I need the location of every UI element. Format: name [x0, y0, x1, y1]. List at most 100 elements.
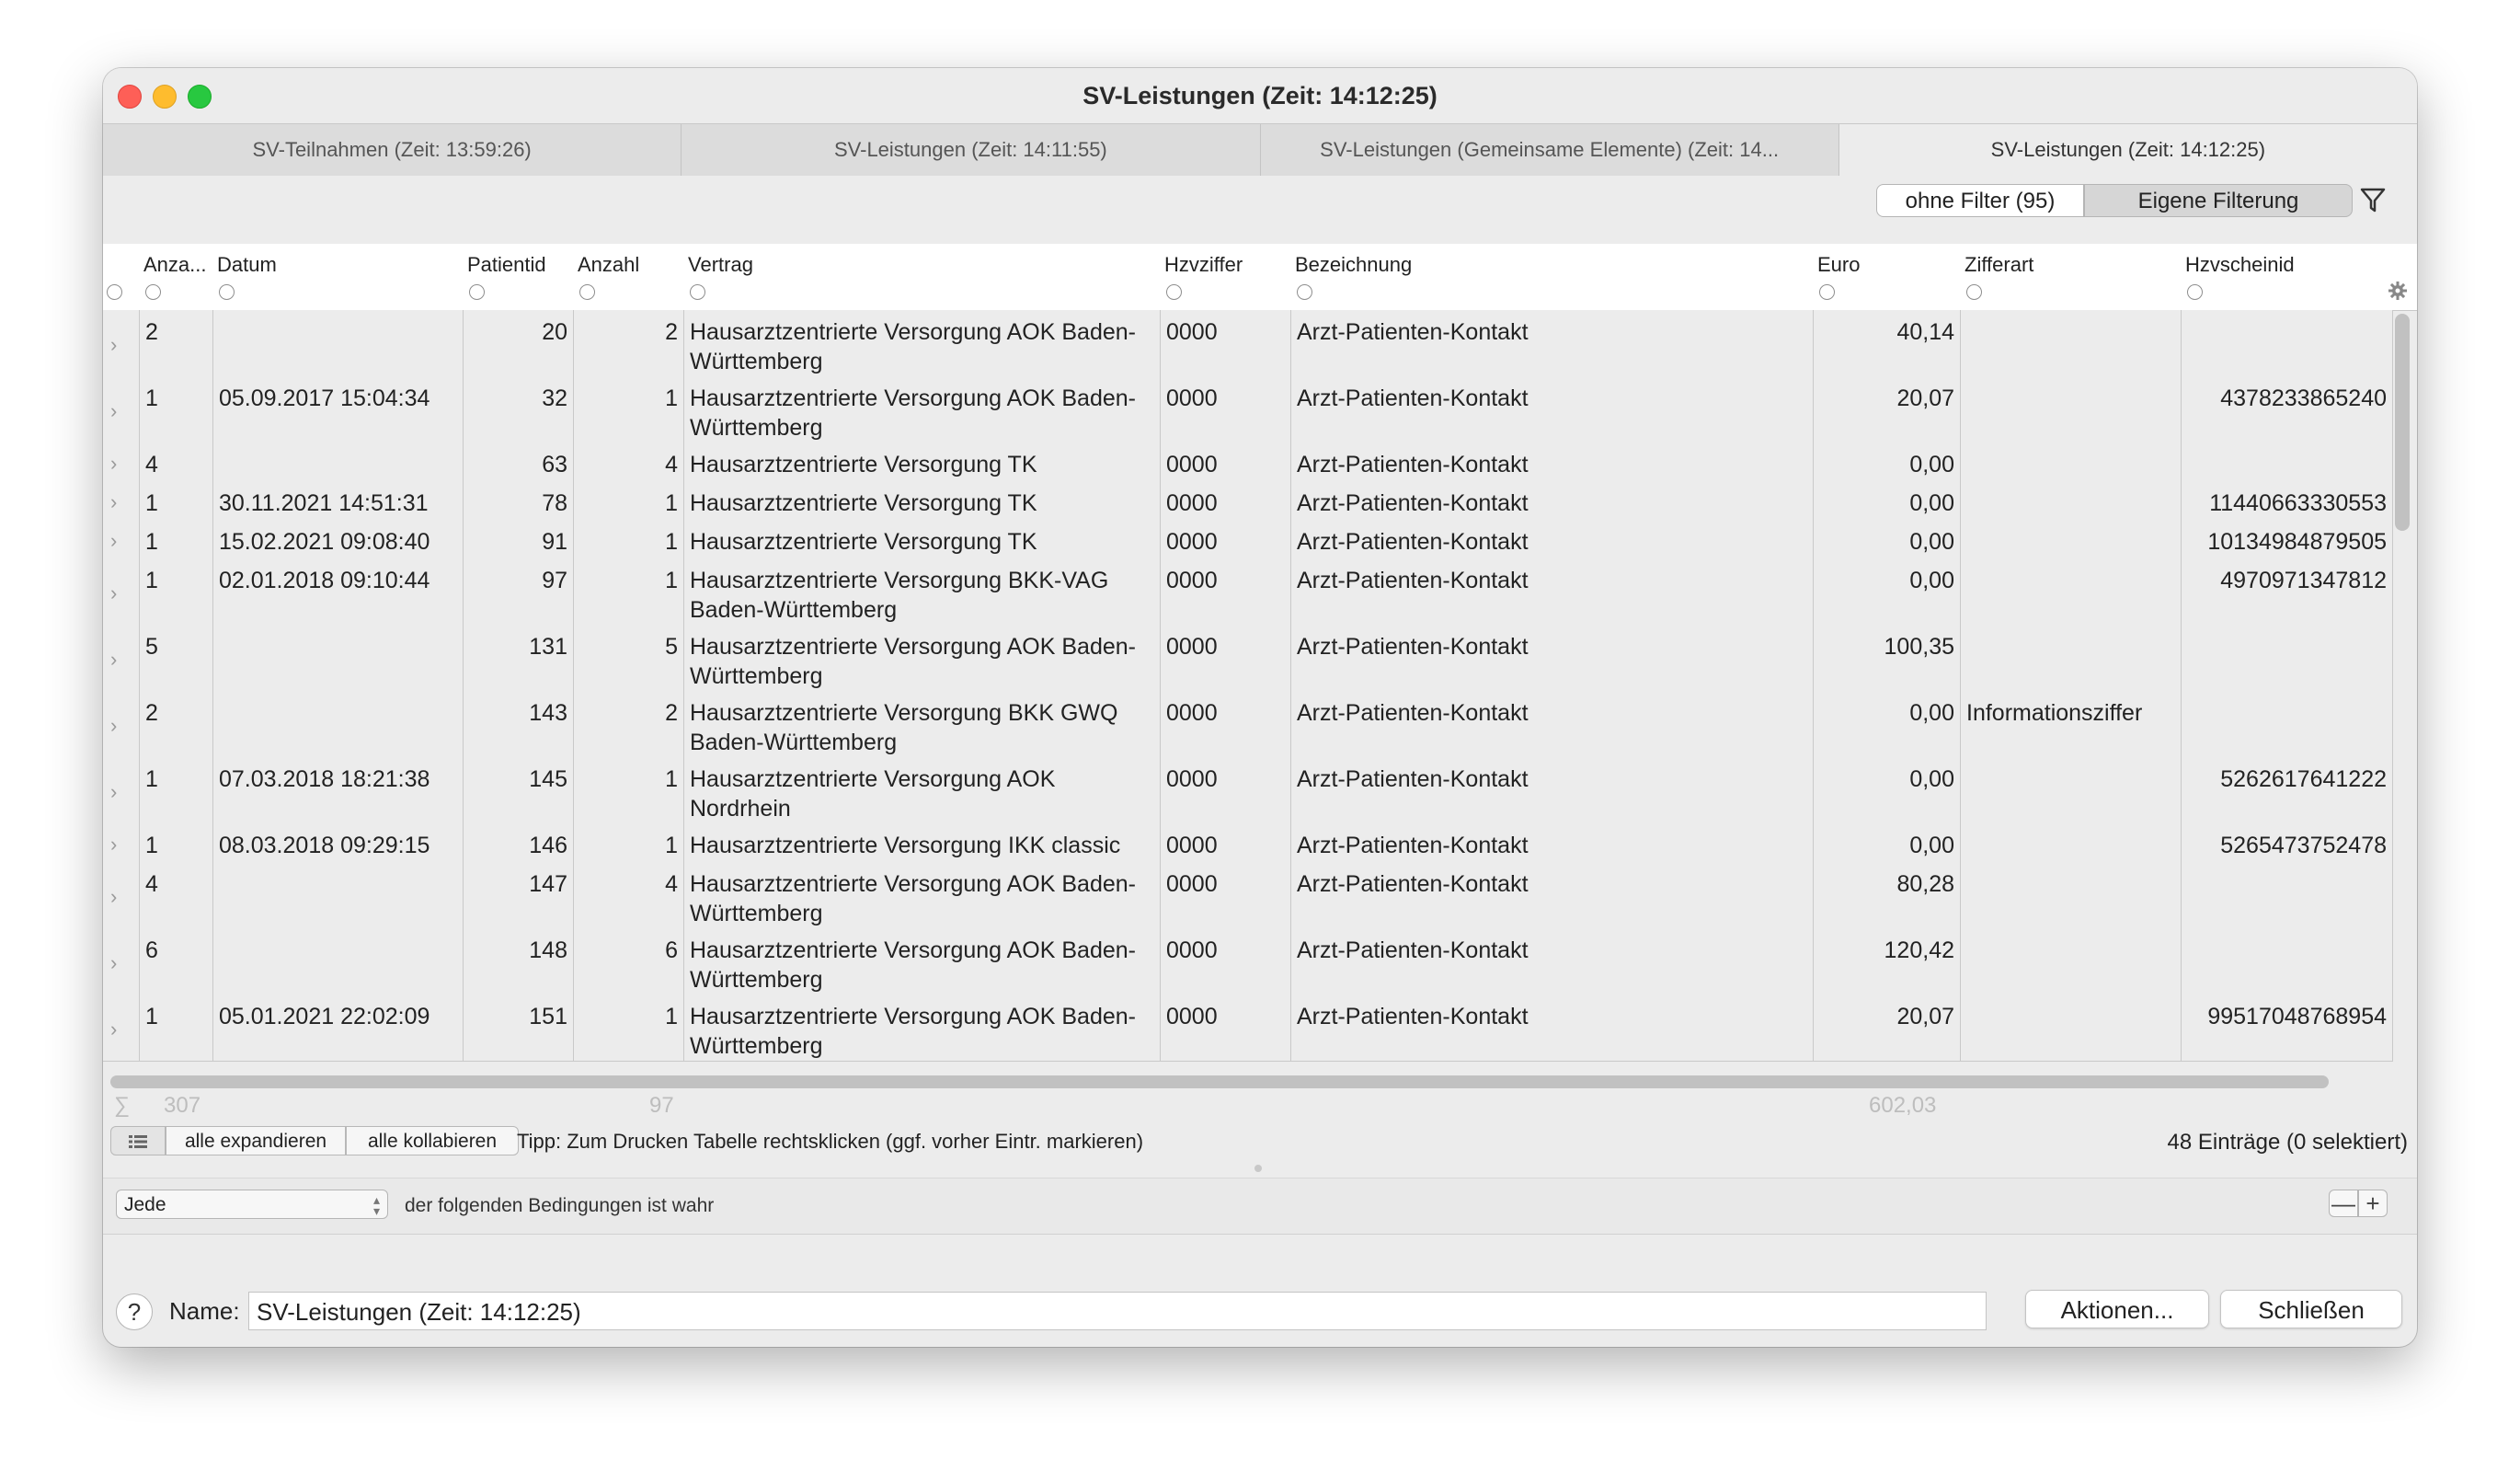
header-vertrag[interactable]: Vertrag: [684, 244, 1161, 310]
sum-row: ∑ 307 97 602,03: [103, 1089, 2417, 1121]
vertical-scrollbar[interactable]: [2395, 314, 2410, 531]
horizontal-scrollbar[interactable]: [110, 1075, 2329, 1088]
chevron-right-icon[interactable]: ›: [103, 481, 140, 520]
column-radio[interactable]: [219, 284, 235, 300]
tab-sv-teilnahmen[interactable]: SV-Teilnahmen (Zeit: 13:59:26): [103, 124, 682, 176]
cell-schein: [2182, 310, 2393, 376]
cell-schein: [2182, 862, 2393, 928]
column-radio[interactable]: [690, 284, 705, 300]
header-euro[interactable]: Euro: [1814, 244, 1961, 310]
cell-bez: Arzt-Patienten-Kontakt: [1291, 994, 1814, 1061]
cell-vertrag: Hausarztzentrierte Versorgung TK: [684, 520, 1161, 558]
column-radio[interactable]: [469, 284, 485, 300]
cell-vertrag: Hausarztzentrierte Versorgung BKK-VAG Ba…: [684, 558, 1161, 625]
chevron-right-icon[interactable]: ›: [103, 625, 140, 691]
chevron-right-icon[interactable]: ›: [103, 862, 140, 928]
chevron-right-icon[interactable]: ›: [103, 823, 140, 862]
table-row[interactable]: › 6 148 6 Hausarztzentrierte Versorgung AOK …: [103, 928, 2393, 995]
cell-patientid: 91: [464, 520, 574, 558]
chevron-right-icon[interactable]: ›: [103, 310, 140, 376]
cell-schein: [2182, 443, 2393, 481]
cell-patientid: 63: [464, 443, 574, 481]
help-button[interactable]: ?: [116, 1293, 153, 1330]
minimize-window-button[interactable]: [153, 85, 177, 109]
cell-patientid: 151: [464, 994, 574, 1061]
cell-patientid: 20: [464, 310, 574, 376]
header-hzvziffer[interactable]: Hzvziffer: [1161, 244, 1291, 310]
table-row[interactable]: › 1 05.09.2017 15:04:34 32 1 Hausarztzentrier…: [103, 376, 2393, 443]
zoom-window-button[interactable]: [188, 85, 212, 109]
close-window-button[interactable]: [118, 85, 142, 109]
table-row[interactable]: › 1 08.03.2018 09:29:15 146 1 Hausarztzentrie…: [103, 823, 2393, 863]
header-patientid[interactable]: Patientid: [464, 244, 574, 310]
table-row[interactable]: › 5 131 5 Hausarztzentrierte Versorgung AOK …: [103, 625, 2393, 692]
column-radio[interactable]: [1819, 284, 1835, 300]
table-row[interactable]: › 4 63 4 Hausarztzentrierte Versorgung TK 000…: [103, 443, 2393, 482]
table-row[interactable]: › 4 147 4 Hausarztzentrierte Versorgung AOK …: [103, 862, 2393, 929]
chevron-right-icon[interactable]: ›: [103, 520, 140, 558]
header-zifferart[interactable]: Zifferart: [1961, 244, 2182, 310]
actions-button[interactable]: Aktionen...: [2025, 1290, 2209, 1328]
chevron-right-icon[interactable]: ›: [103, 558, 140, 625]
cell-anzahl: 1: [574, 481, 684, 520]
cell-schein: 5262617641222: [2182, 757, 2393, 823]
cell-bez: Arzt-Patienten-Kontakt: [1291, 310, 1814, 376]
cell-schein: [2182, 691, 2393, 757]
header-anzahl-short[interactable]: Anza...: [140, 244, 213, 310]
close-button[interactable]: Schließen: [2220, 1290, 2402, 1328]
table-row[interactable]: › 1 15.02.2021 09:08:40 91 1 Hausarztzentrier…: [103, 520, 2393, 559]
cell-datum: 05.09.2017 15:04:34: [213, 376, 464, 443]
expand-all-button[interactable]: alle expandieren: [166, 1126, 346, 1155]
cell-patientid: 147: [464, 862, 574, 928]
table-row[interactable]: › 1 30.11.2021 14:51:31 78 1 Hausarztzentrier…: [103, 481, 2393, 521]
collapse-all-button[interactable]: alle kollabieren: [346, 1126, 519, 1155]
cell-vertrag: Hausarztzentrierte Versorgung AOK Nordrh…: [684, 757, 1161, 823]
cell-euro: 20,07: [1814, 376, 1961, 443]
header-anzahl[interactable]: Anzahl: [574, 244, 684, 310]
select-all-radio[interactable]: [107, 284, 122, 300]
chevron-right-icon[interactable]: ›: [103, 691, 140, 757]
chevron-right-icon[interactable]: ›: [103, 994, 140, 1061]
own-filter-button[interactable]: Eigene Filterung: [2084, 184, 2353, 217]
cell-bez: Arzt-Patienten-Kontakt: [1291, 823, 1814, 862]
chevron-right-icon[interactable]: ›: [103, 928, 140, 994]
cell-vertrag: Hausarztzentrierte Versorgung BKK GWQ Ba…: [684, 691, 1161, 757]
cell-anz: 4: [140, 443, 213, 481]
cell-anzahl: 1: [574, 520, 684, 558]
tab-sv-leistungen-active[interactable]: SV-Leistungen (Zeit: 14:12:25): [1838, 124, 2417, 176]
column-radio[interactable]: [579, 284, 595, 300]
tab-sv-leistungen-1[interactable]: SV-Leistungen (Zeit: 14:11:55): [682, 124, 1261, 176]
chevron-right-icon[interactable]: ›: [103, 376, 140, 443]
header-bezeichnung[interactable]: Bezeichnung: [1291, 244, 1814, 310]
chevron-right-icon[interactable]: ›: [103, 443, 140, 481]
column-radio[interactable]: [2187, 284, 2203, 300]
without-filter-button[interactable]: ohne Filter (95): [1876, 184, 2084, 217]
column-radio[interactable]: [145, 284, 161, 300]
remove-condition-button[interactable]: —: [2329, 1190, 2358, 1217]
table-row[interactable]: › 2 20 2 Hausarztzentrierte Versorgung AOK B…: [103, 310, 2393, 377]
name-input[interactable]: SV-Leistungen (Zeit: 14:12:25): [248, 1292, 1987, 1330]
funnel-icon[interactable]: [2354, 182, 2391, 219]
header-datum[interactable]: Datum: [213, 244, 464, 310]
table-row[interactable]: › 1 07.03.2018 18:21:38 145 1 Hausarztzentrie…: [103, 757, 2393, 824]
cell-datum: [213, 443, 464, 481]
cell-euro: 0,00: [1814, 823, 1961, 862]
table-row[interactable]: › 2 143 2 Hausarztzentrierte Versorgung BKK …: [103, 691, 2393, 758]
table-body: › 2 20 2 Hausarztzentrierte Versorgung AOK B…: [103, 310, 2393, 1074]
condition-select[interactable]: Jede ▴ ▾: [116, 1190, 388, 1219]
list-icon[interactable]: [110, 1126, 166, 1155]
header-hzvscheinid[interactable]: Hzvscheinid: [2182, 244, 2393, 310]
chevron-right-icon[interactable]: ›: [103, 757, 140, 823]
table-row[interactable]: › 1 05.01.2021 22:02:09 151 1 Hausarztzentrie…: [103, 994, 2393, 1062]
header-expander: [103, 244, 140, 310]
column-radio[interactable]: [1297, 284, 1312, 300]
add-condition-button[interactable]: +: [2358, 1190, 2388, 1217]
cell-anzahl: 2: [574, 310, 684, 376]
table-row[interactable]: › 1 02.01.2018 09:10:44 97 1 Hausarztzentrier…: [103, 558, 2393, 626]
gear-icon[interactable]: [2388, 281, 2408, 301]
tab-sv-leistungen-gemeinsame[interactable]: SV-Leistungen (Gemeinsame Elemente) (Zei…: [1261, 124, 1839, 176]
splitter-handle[interactable]: [1254, 1165, 1262, 1172]
column-radio[interactable]: [1166, 284, 1182, 300]
cell-vertrag: Hausarztzentrierte Versorgung AOK Baden-…: [684, 928, 1161, 994]
column-radio[interactable]: [1966, 284, 1982, 300]
